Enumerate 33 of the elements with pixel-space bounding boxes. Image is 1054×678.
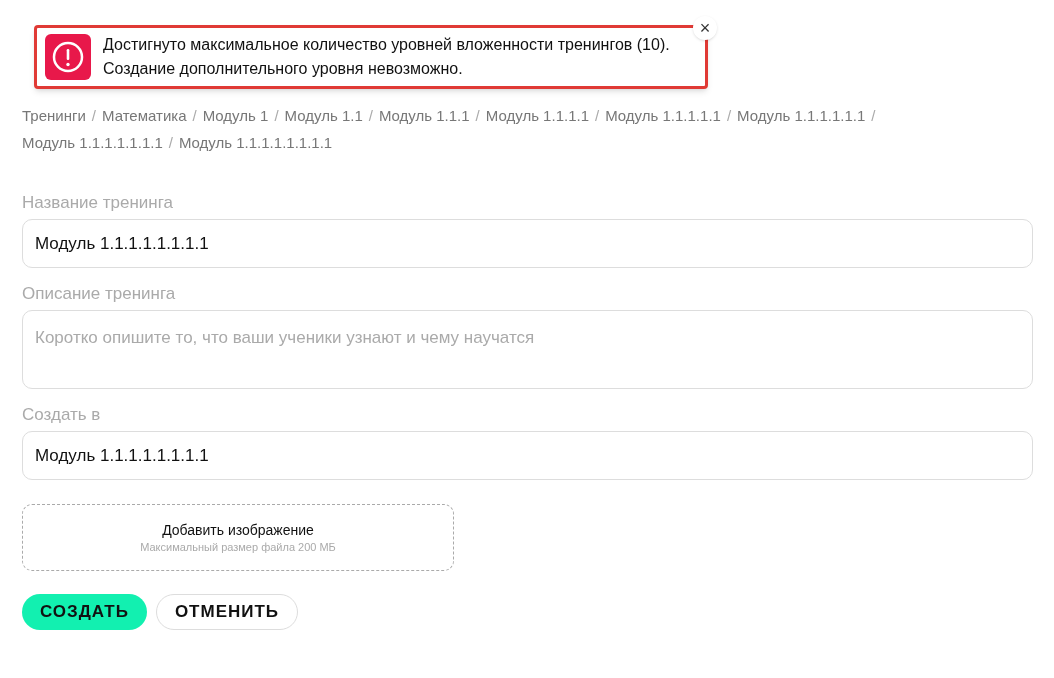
upload-title: Добавить изображение [162,520,314,539]
breadcrumb-link[interactable]: Модуль 1.1.1.1.1.1 [737,102,866,129]
field-label: Создать в [22,405,102,425]
breadcrumb-link[interactable]: Модуль 1.1.1 [378,102,470,129]
breadcrumb-separator: / [192,106,197,126]
field-label: Название тренинга [22,193,174,213]
breadcrumb-separator: / [168,133,173,153]
close-button[interactable]: × [693,16,717,40]
breadcrumb-link[interactable]: Модуль 1 [202,102,269,129]
breadcrumb-link[interactable]: Тренинги [22,102,86,129]
text-field[interactable]: Модуль 1.1.1.1.1.1.1.1 [22,431,1033,480]
breadcrumb-link[interactable]: Модуль 1.1.1.1.1 [605,102,721,129]
image-upload-area[interactable]: Добавить изображение Максимальный размер файла 200 МБ [22,504,454,571]
breadcrumb-separator: / [475,106,480,126]
breadcrumb-link[interactable]: Модуль 1.1.1.1.1.1.1.1 [178,129,333,156]
breadcrumb-link[interactable]: Модуль 1.1.1.1.1.1.1 [22,129,163,156]
create-button[interactable]: СОЗДАТЬ [22,594,147,630]
alert-icon [45,34,91,80]
breadcrumb-separator: / [274,106,279,126]
breadcrumb-separator: / [595,106,600,126]
text-field[interactable]: Модуль 1.1.1.1.1.1.1.1 [22,219,1033,268]
breadcrumb-separator: / [91,106,96,126]
description-field[interactable]: Коротко опишите то, что ваши ученики узнают и чему научатся [22,310,1033,389]
field-label: Описание тренинга [22,284,177,304]
breadcrumb-link[interactable]: Модуль 1.1 [284,102,363,129]
toast-message: Достигнуто максимальное количество уровней вложенности тренингов (10). Создание дополнительного уровня невозможно. [103,35,671,79]
breadcrumb-separator: / [726,106,732,126]
breadcrumb-separator: / [368,106,373,126]
breadcrumb-link[interactable]: Математика [102,102,187,129]
breadcrumb-link[interactable]: Модуль 1.1.1.1 [485,102,589,129]
upload-hint: Максимальный размер файла 200 МБ [140,539,336,555]
cancel-button[interactable]: ОТМЕНИТЬ [155,594,299,630]
breadcrumb-separator: / [871,106,876,126]
